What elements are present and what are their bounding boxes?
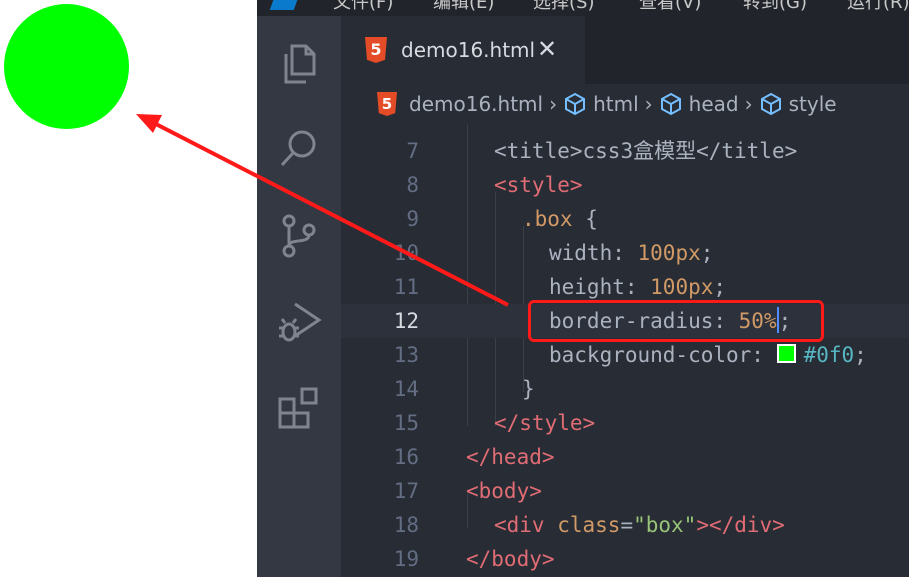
code-token: height: bbox=[549, 275, 651, 299]
breadcrumb-item-style[interactable]: style bbox=[759, 92, 837, 116]
activity-bar bbox=[257, 16, 341, 577]
rendered-box-circle bbox=[4, 4, 129, 129]
code-token: </body> bbox=[466, 547, 555, 571]
line-number: 16 bbox=[393, 445, 419, 469]
breadcrumb-label: html bbox=[593, 92, 639, 116]
code-token: <body> bbox=[466, 479, 542, 503]
code-line: 17 <body> bbox=[341, 474, 909, 508]
extensions-icon[interactable] bbox=[275, 384, 323, 432]
breadcrumb-item-head[interactable]: head bbox=[659, 92, 739, 116]
breadcrumb-label: style bbox=[788, 92, 837, 116]
line-number: 8 bbox=[406, 173, 419, 197]
line-number: 18 bbox=[393, 513, 419, 537]
code-token: class bbox=[557, 513, 621, 537]
code-line: 7 <title>css3盒模型</title> bbox=[341, 134, 909, 168]
breadcrumb: 5 demo16.html › html › head › style bbox=[341, 84, 909, 124]
code-line: 13 background-color: #0f0; bbox=[341, 338, 909, 372]
code-token: ; bbox=[700, 241, 714, 265]
code-line: 9 .box { bbox=[341, 202, 909, 236]
code-token: "box" bbox=[633, 513, 697, 537]
code-token: } bbox=[522, 377, 535, 401]
line-number: 14 bbox=[393, 377, 419, 401]
code-line: 18 <div class="box"></div> bbox=[341, 508, 909, 542]
code-token: </title> bbox=[696, 139, 798, 163]
code-token: css3盒模型 bbox=[582, 139, 697, 163]
code-token: 100px bbox=[637, 241, 701, 265]
code-line: 10 width: 100px; bbox=[341, 236, 909, 270]
run-debug-icon[interactable] bbox=[275, 298, 323, 346]
breadcrumb-file[interactable]: demo16.html bbox=[409, 92, 543, 116]
code-token: ; bbox=[854, 343, 867, 367]
code-token: width: bbox=[549, 241, 638, 265]
chevron-right-icon: › bbox=[549, 92, 558, 116]
code-token: 100px bbox=[650, 275, 714, 299]
code-line: 8 <style> bbox=[341, 168, 909, 202]
annotation-highlight-box bbox=[528, 300, 824, 342]
code-token: <title> bbox=[494, 139, 583, 163]
code-token: .box bbox=[522, 207, 573, 231]
code-line: 14 } bbox=[341, 372, 909, 406]
menu-file[interactable]: 文件(F) bbox=[333, 0, 393, 14]
code-token: ; bbox=[713, 275, 727, 299]
code-line: 11 height: 100px; bbox=[341, 270, 909, 304]
code-token: <div bbox=[494, 513, 558, 537]
tab-label: demo16.html bbox=[401, 38, 536, 62]
title-bar: 文件(F) 编辑(E) 选择(S) 查看(V) 转到(G) 运行(R) bbox=[257, 0, 909, 16]
cube-icon bbox=[659, 92, 683, 116]
tab-close-icon[interactable]: ✕ bbox=[537, 34, 557, 64]
html5-file-icon: 5 bbox=[377, 92, 397, 116]
editor-tabs: 5 demo16.html ✕ bbox=[341, 16, 909, 84]
menu-edit[interactable]: 编辑(E) bbox=[433, 0, 494, 14]
color-swatch[interactable] bbox=[776, 344, 796, 363]
code-token: ></div> bbox=[696, 513, 785, 537]
browser-preview bbox=[0, 0, 257, 577]
code-line: 16 </head> bbox=[341, 440, 909, 474]
code-token: <style> bbox=[494, 173, 583, 197]
tab-demo16-html[interactable]: 5 demo16.html ✕ bbox=[341, 16, 585, 84]
code-token: background-color: bbox=[549, 343, 777, 367]
menu-go[interactable]: 转到(G) bbox=[743, 0, 807, 14]
breadcrumb-label: head bbox=[688, 92, 739, 116]
line-number: 12 bbox=[393, 309, 419, 333]
code-token: #0f0 bbox=[803, 343, 855, 367]
cube-icon bbox=[759, 92, 783, 116]
menu-view[interactable]: 查看(V) bbox=[639, 0, 701, 14]
vscode-logo-icon bbox=[269, 0, 301, 10]
code-editor-window: 文件(F) 编辑(E) 选择(S) 查看(V) 转到(G) 运行(R) 5 de… bbox=[257, 0, 909, 577]
line-number: 11 bbox=[393, 275, 419, 299]
menu-run[interactable]: 运行(R) bbox=[847, 0, 909, 14]
cube-icon bbox=[563, 92, 587, 116]
code-token: = bbox=[620, 513, 634, 537]
line-number: 10 bbox=[393, 241, 419, 265]
line-number: 13 bbox=[393, 343, 419, 367]
line-number: 7 bbox=[406, 139, 419, 163]
menu-selection[interactable]: 选择(S) bbox=[533, 0, 594, 14]
code-line: 19 </body> bbox=[341, 542, 909, 576]
files-icon[interactable] bbox=[275, 40, 323, 88]
breadcrumb-item-html[interactable]: html bbox=[563, 92, 639, 116]
code-token: </style> bbox=[494, 411, 596, 435]
source-control-icon[interactable] bbox=[275, 212, 323, 260]
html5-file-icon: 5 bbox=[365, 37, 387, 63]
search-icon[interactable] bbox=[275, 124, 323, 172]
code-token: { bbox=[572, 207, 598, 231]
line-number: 9 bbox=[406, 207, 419, 231]
line-number: 15 bbox=[393, 411, 419, 435]
code-area[interactable]: 7 <title>css3盒模型</title> 8 <style> 9 .bo… bbox=[341, 124, 909, 577]
code-line: 15 </style> bbox=[341, 406, 909, 440]
code-token: </head> bbox=[466, 445, 555, 469]
line-number: 19 bbox=[393, 547, 419, 571]
chevron-right-icon: › bbox=[644, 92, 653, 116]
chevron-right-icon: › bbox=[744, 92, 753, 116]
line-number: 17 bbox=[393, 479, 419, 503]
